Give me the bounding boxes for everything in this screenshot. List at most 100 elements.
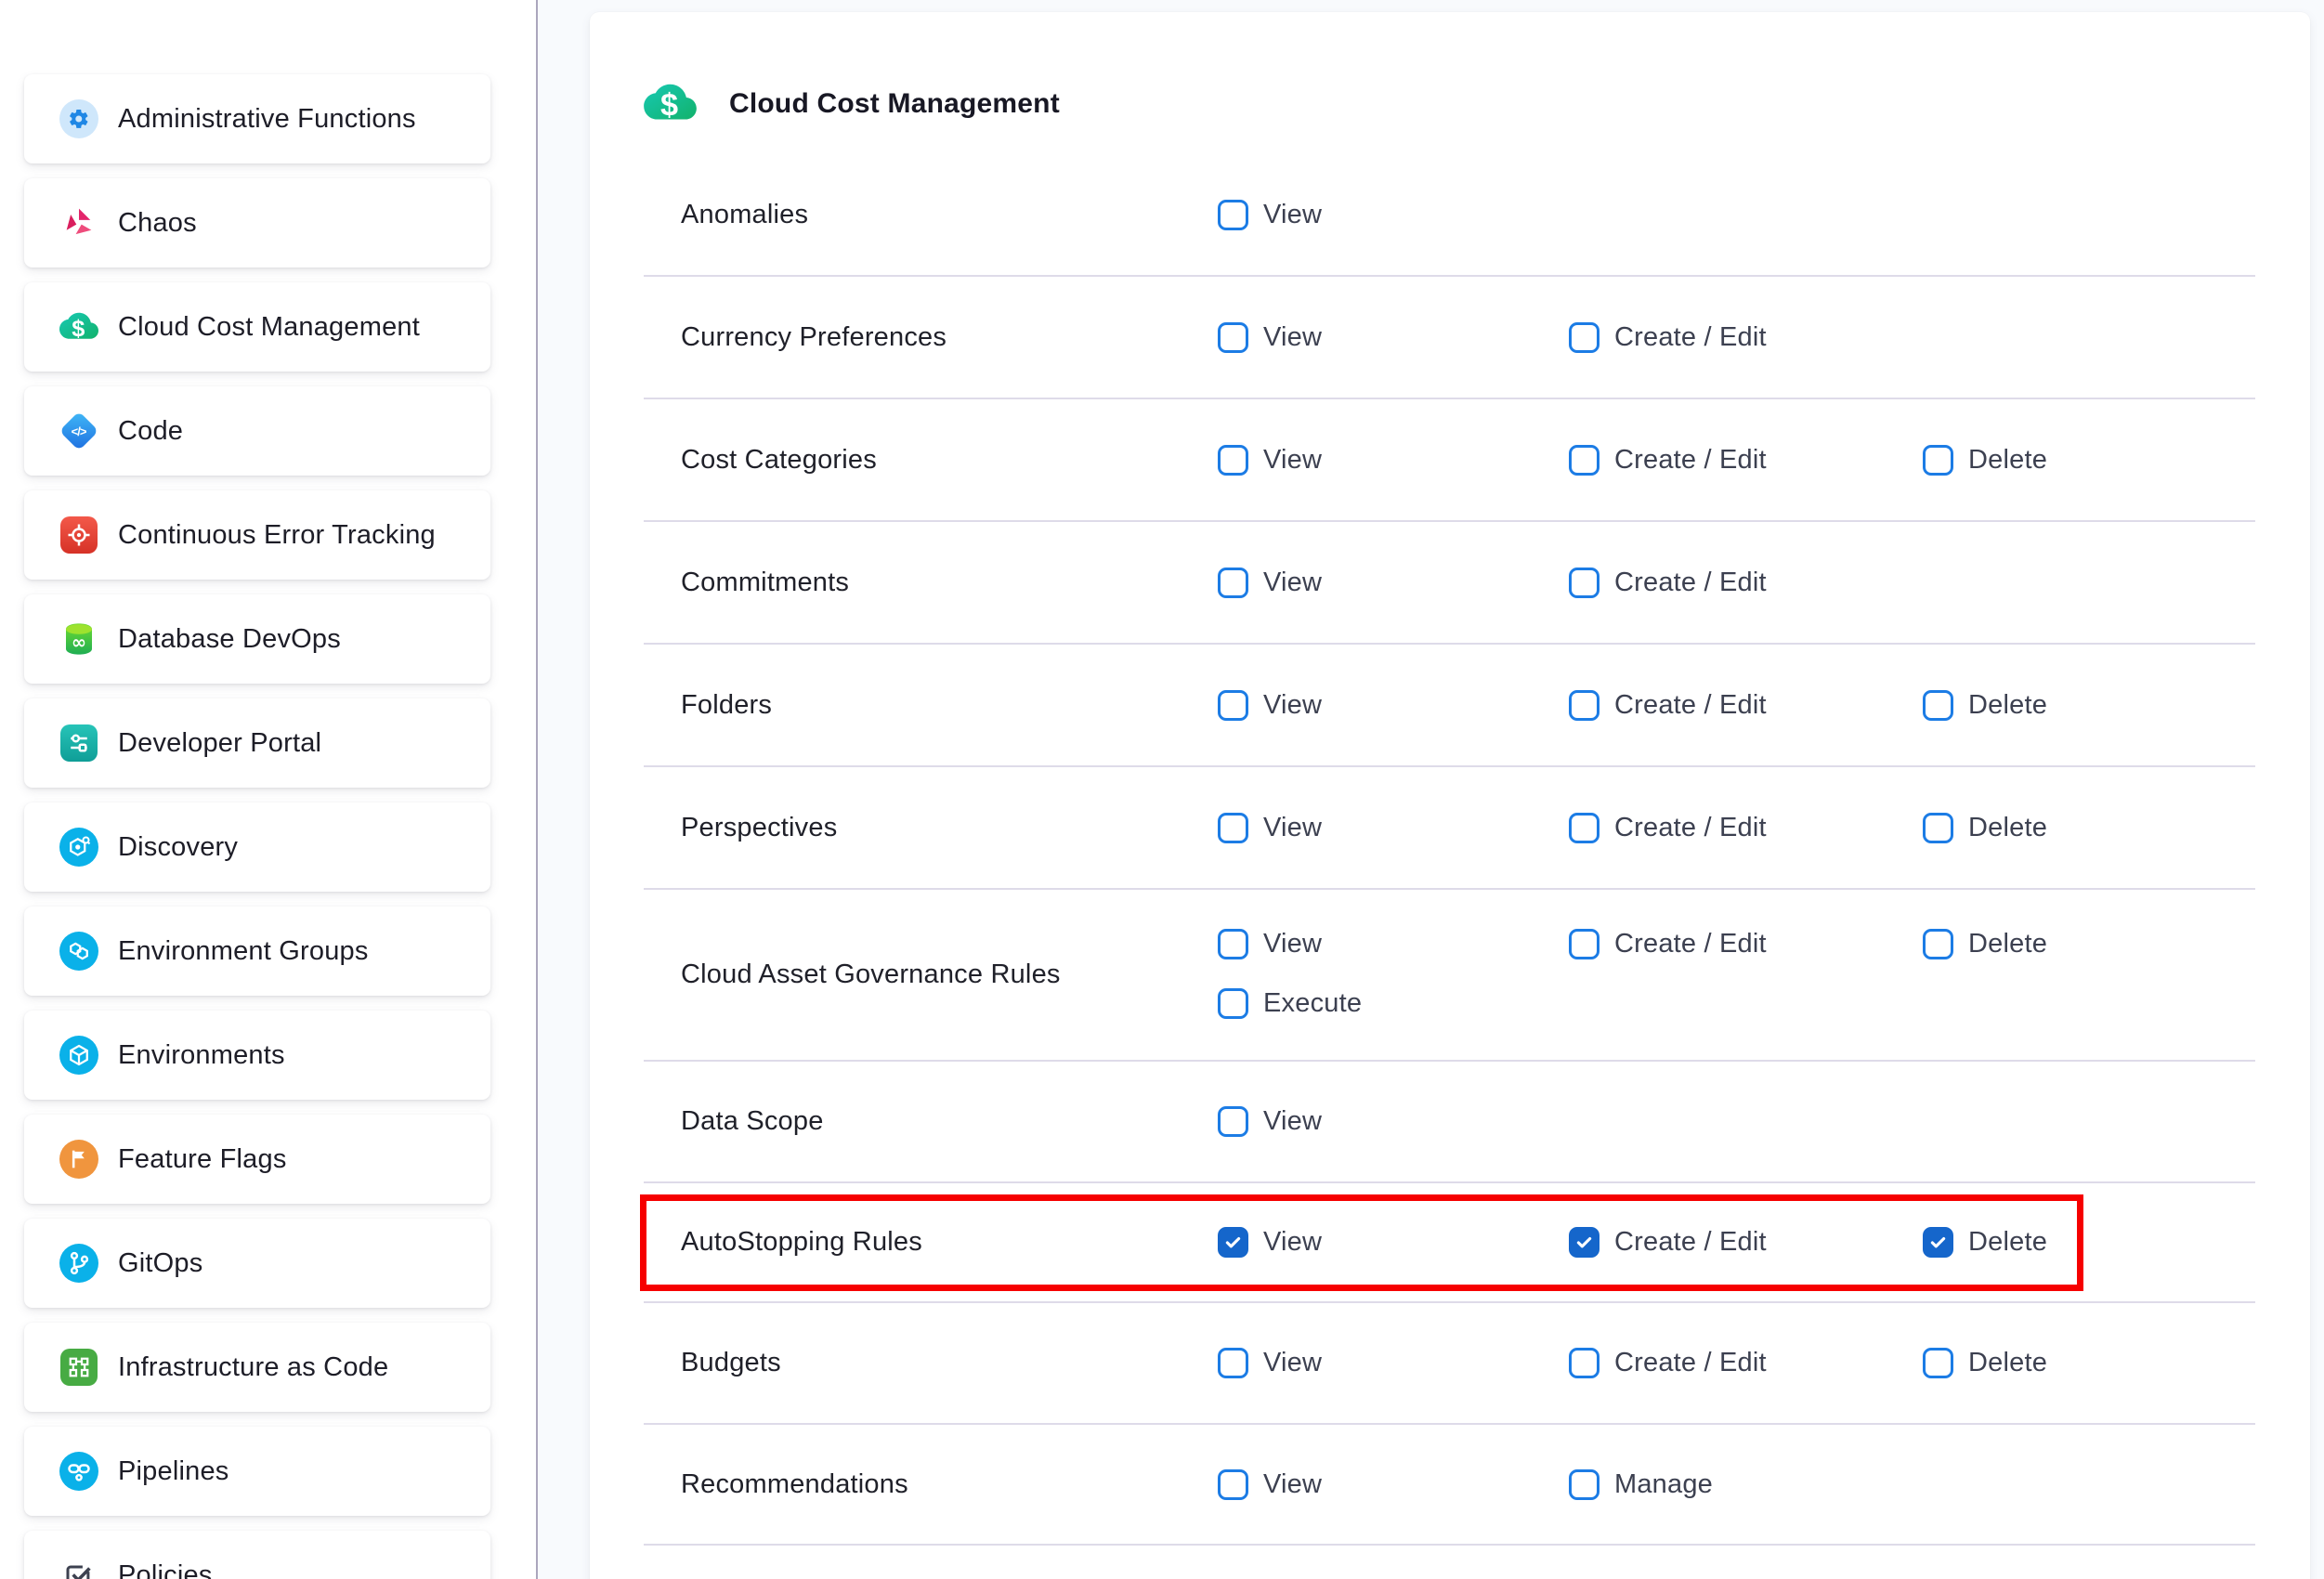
create-edit-checkbox[interactable] — [1569, 568, 1599, 598]
svg-text:∞: ∞ — [72, 632, 86, 653]
sidebar-item-administrative-functions[interactable]: Administrative Functions — [24, 74, 490, 163]
create-edit-permission-option[interactable]: Create / Edit — [1569, 1227, 1923, 1258]
delete-checkbox[interactable] — [1923, 1348, 1953, 1378]
view-checkbox[interactable] — [1218, 1469, 1248, 1500]
cloud-dollar-icon: $ — [59, 307, 98, 346]
view-permission-option[interactable]: View — [1218, 690, 1569, 721]
view-permission-option[interactable]: View — [1218, 1227, 1569, 1258]
create-edit-permission-option[interactable]: Create / Edit — [1569, 568, 1923, 598]
view-checkbox[interactable] — [1218, 929, 1248, 959]
create-edit-permission-option[interactable]: Create / Edit — [1569, 690, 1923, 721]
checkbox-label: View — [1263, 690, 1322, 721]
sidebar-item-database-devops[interactable]: ∞ Database DevOps — [24, 594, 490, 684]
view-checkbox[interactable] — [1218, 813, 1248, 843]
create-edit-permission-option[interactable]: Create / Edit — [1569, 322, 1923, 353]
permission-column-1: View — [1218, 154, 1569, 275]
view-checkbox[interactable] — [1218, 322, 1248, 353]
view-permission-option[interactable]: View — [1218, 445, 1569, 476]
permission-column-3: Delete — [1923, 1183, 2255, 1301]
checkbox-label: View — [1263, 1227, 1322, 1258]
view-permission-option[interactable]: View — [1218, 322, 1569, 353]
sidebar-item-environments[interactable]: Environments — [24, 1011, 490, 1100]
manage-permission-option[interactable]: Manage — [1569, 1469, 1923, 1500]
sidebar-item-label: Discovery — [118, 832, 238, 863]
checkbox-label: Create / Edit — [1614, 690, 1767, 721]
delete-permission-option[interactable]: Delete — [1923, 445, 2255, 476]
permission-column-2: Create / Edit — [1569, 1183, 1923, 1301]
delete-checkbox[interactable] — [1923, 445, 1953, 476]
view-checkbox[interactable] — [1218, 690, 1248, 721]
view-permission-option[interactable]: View — [1218, 1106, 1569, 1137]
sidebar-item-policies[interactable]: Policies — [24, 1531, 490, 1579]
sidebar-item-continuous-error-tracking[interactable]: Continuous Error Tracking — [24, 490, 490, 580]
delete-permission-option[interactable]: Delete — [1923, 1227, 2255, 1258]
permission-row-currency-preferences: Currency PreferencesViewCreate / Edit — [590, 277, 2310, 399]
view-permission-option[interactable]: View — [1218, 568, 1569, 598]
checkbox-label: Delete — [1968, 813, 2047, 843]
delete-permission-option[interactable]: Delete — [1923, 1348, 2255, 1378]
sidebar-item-discovery[interactable]: Discovery — [24, 803, 490, 892]
view-checkbox[interactable] — [1218, 445, 1248, 476]
create-edit-checkbox[interactable] — [1569, 813, 1599, 843]
sidebar-item-chaos[interactable]: Chaos — [24, 178, 490, 268]
permission-column-1: View — [1218, 767, 1569, 888]
view-permission-option[interactable]: View — [1218, 200, 1569, 230]
sidebar-item-feature-flags[interactable]: Feature Flags — [24, 1115, 490, 1204]
sidebar-item-infrastructure-as-code[interactable]: Infrastructure as Code — [24, 1323, 490, 1412]
view-permission-option[interactable]: View — [1218, 1348, 1569, 1378]
sidebar-item-gitops[interactable]: GitOps — [24, 1219, 490, 1308]
checkbox-label: View — [1263, 1469, 1322, 1500]
create-edit-checkbox[interactable] — [1569, 445, 1599, 476]
modules-sidebar: Administrative Functions Chaos $Cloud Cost… — [0, 0, 536, 1579]
view-permission-option[interactable]: View — [1218, 813, 1569, 843]
sidebar-item-code[interactable]: </>Code — [24, 386, 490, 476]
create-edit-checkbox[interactable] — [1569, 690, 1599, 721]
cube-icon — [59, 1036, 98, 1075]
sidebar-item-label: GitOps — [118, 1248, 202, 1279]
permission-column-1: View — [1218, 522, 1569, 643]
view-permission-option[interactable]: View — [1218, 929, 1569, 959]
create-edit-checkbox[interactable] — [1569, 1227, 1599, 1258]
create-edit-checkbox[interactable] — [1569, 929, 1599, 959]
create-edit-checkbox[interactable] — [1569, 322, 1599, 353]
create-edit-permission-option[interactable]: Create / Edit — [1569, 813, 1923, 843]
delete-checkbox[interactable] — [1923, 690, 1953, 721]
sidebar-item-environment-groups[interactable]: Environment Groups — [24, 907, 490, 996]
delete-checkbox[interactable] — [1923, 1227, 1953, 1258]
create-edit-checkbox[interactable] — [1569, 1348, 1599, 1378]
svg-text:$: $ — [72, 315, 85, 341]
delete-permission-option[interactable]: Delete — [1923, 813, 2255, 843]
create-edit-permission-option[interactable]: Create / Edit — [1569, 445, 1923, 476]
delete-permission-option[interactable]: Delete — [1923, 929, 2255, 959]
sidebar-item-developer-portal[interactable]: Developer Portal — [24, 698, 490, 788]
sidebar-item-label: Database DevOps — [118, 624, 341, 655]
sidebar-item-label: Environment Groups — [118, 936, 369, 967]
permission-row-cost-categories: Cost CategoriesViewCreate / EditDelete — [590, 399, 2310, 522]
delete-permission-option[interactable]: Delete — [1923, 690, 2255, 721]
execute-checkbox[interactable] — [1218, 988, 1248, 1019]
execute-permission-option[interactable]: Execute — [1218, 988, 1569, 1019]
create-edit-permission-option[interactable]: Create / Edit — [1569, 929, 1923, 959]
permission-column-3: Delete — [1923, 645, 2255, 765]
create-edit-permission-option[interactable]: Create / Edit — [1569, 1348, 1923, 1378]
permission-column-3 — [1923, 1062, 2255, 1181]
view-checkbox[interactable] — [1218, 1106, 1248, 1137]
delete-checkbox[interactable] — [1923, 813, 1953, 843]
page-title: Cloud Cost Management — [729, 88, 1060, 120]
manage-checkbox[interactable] — [1569, 1469, 1599, 1500]
view-checkbox[interactable] — [1218, 568, 1248, 598]
sidebar-item-cloud-cost-management[interactable]: $Cloud Cost Management — [24, 282, 490, 372]
delete-checkbox[interactable] — [1923, 929, 1953, 959]
card-header: $ Cloud Cost Management — [590, 12, 2310, 154]
view-checkbox[interactable] — [1218, 200, 1248, 230]
view-checkbox[interactable] — [1218, 1227, 1248, 1258]
checkbox-label: Create / Edit — [1614, 929, 1767, 959]
checkbox-label: Create / Edit — [1614, 1348, 1767, 1378]
view-checkbox[interactable] — [1218, 1348, 1248, 1378]
module-list: Administrative Functions Chaos $Cloud Cost… — [0, 0, 536, 1579]
view-permission-option[interactable]: View — [1218, 1469, 1569, 1500]
checkbox-check-icon — [59, 1556, 98, 1579]
permission-column-2 — [1569, 154, 1923, 275]
permission-name: Cost Categories — [644, 399, 1218, 520]
sidebar-item-pipelines[interactable]: Pipelines — [24, 1427, 490, 1516]
